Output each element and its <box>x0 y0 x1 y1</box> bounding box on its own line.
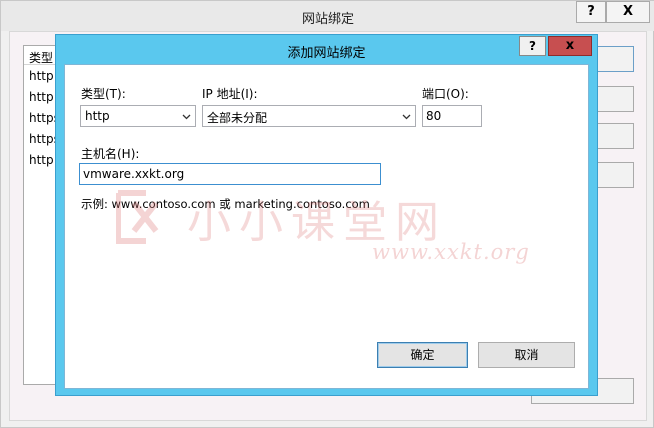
background-window-title: 网站绑定 <box>301 12 354 27</box>
background-help-button[interactable]: ? <box>576 1 606 23</box>
chevron-down-icon <box>182 114 191 120</box>
type-label: 类型(T): <box>81 87 126 101</box>
ip-address-select[interactable]: 全部未分配 <box>202 105 416 127</box>
host-name-input[interactable]: vmware.xxkt.org <box>79 163 381 185</box>
ip-address-select-value: 全部未分配 <box>207 111 268 125</box>
ok-button[interactable]: 确定 <box>377 342 468 368</box>
dialog-titlebar[interactable]: 添加网站绑定 ? x <box>56 35 597 63</box>
background-remove-button[interactable] <box>594 123 634 149</box>
chevron-down-icon <box>402 114 411 120</box>
cancel-button[interactable]: 取消 <box>478 342 575 368</box>
dialog-close-button[interactable]: x <box>548 36 592 56</box>
dialog-title: 添加网站绑定 <box>287 46 366 61</box>
background-close-button[interactable]: X <box>606 1 650 23</box>
add-site-binding-dialog: 添加网站绑定 ? x 类型(T): http IP 地址(I): 全部未分配 端… <box>55 34 598 396</box>
example-text: 示例: www.contoso.com 或 marketing.contoso.… <box>81 197 370 211</box>
type-select[interactable]: http <box>80 105 196 127</box>
dialog-body: 类型(T): http IP 地址(I): 全部未分配 端口(O): 80 主机… <box>64 64 589 389</box>
dialog-help-button[interactable]: ? <box>519 36 546 56</box>
port-input[interactable]: 80 <box>422 105 482 127</box>
ip-address-label: IP 地址(I): <box>202 87 258 101</box>
type-select-value: http <box>85 109 110 123</box>
port-label: 端口(O): <box>422 87 469 101</box>
host-name-label: 主机名(H): <box>81 147 140 161</box>
background-edit-button[interactable] <box>594 86 634 112</box>
background-browse-button[interactable] <box>594 162 634 188</box>
background-add-button[interactable] <box>594 46 634 72</box>
background-titlebar: 网站绑定 ? X <box>1 1 654 31</box>
